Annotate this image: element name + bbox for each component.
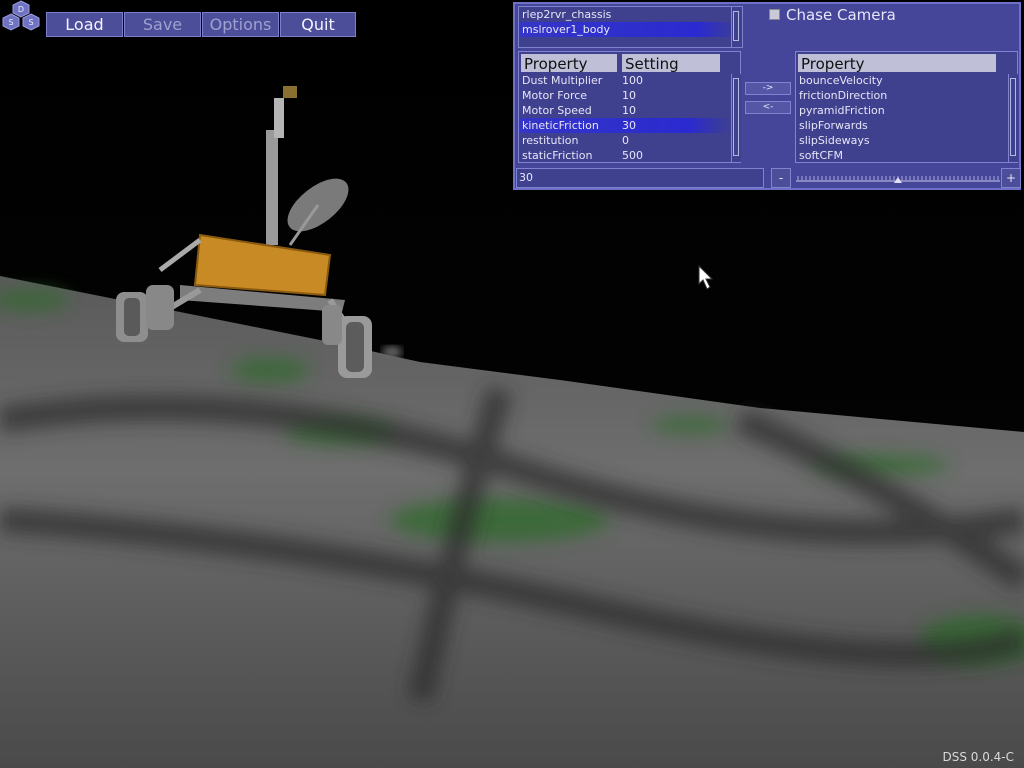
logo-letter-s1: S: [8, 18, 13, 27]
scrollbar-thumb[interactable]: [733, 78, 739, 156]
remove-property-button[interactable]: <-: [745, 101, 791, 114]
column-header-available-property[interactable]: Property: [798, 54, 996, 73]
decrease-button[interactable]: -: [771, 168, 791, 188]
quit-button[interactable]: Quit: [280, 12, 356, 37]
property-row[interactable]: restitution 0: [519, 133, 731, 148]
available-list-scrollbar[interactable]: [1008, 74, 1018, 162]
property-row[interactable]: Motor Speed 10: [519, 103, 731, 118]
options-button[interactable]: Options: [202, 12, 279, 37]
body-list[interactable]: rlep2rvr_chassis mslrover1_body: [518, 6, 743, 48]
main-toolbar: Load Save Options Quit: [46, 12, 356, 37]
property-name: Motor Force: [522, 89, 588, 102]
available-property-list[interactable]: Property bounceVelocity frictionDirection…: [795, 51, 1018, 163]
property-row[interactable]: Motor Force 10: [519, 88, 731, 103]
available-property-item[interactable]: pyramidFriction: [796, 103, 1008, 118]
logo-letter-s2: S: [28, 18, 33, 27]
property-name: Dust Multiplier: [522, 74, 603, 87]
property-row[interactable]: Dust Multiplier 100: [519, 73, 731, 88]
scrollbar-thumb[interactable]: [733, 11, 739, 41]
add-property-button[interactable]: ->: [745, 82, 791, 95]
property-name: restitution: [522, 134, 579, 147]
property-rows: Dust Multiplier 100 Motor Force 10 Motor Spe…: [519, 73, 731, 163]
property-row[interactable]: kineticFriction 30: [519, 118, 731, 133]
property-table-scrollbar[interactable]: [731, 74, 741, 162]
property-value: 500: [622, 149, 643, 162]
increase-button[interactable]: +: [1001, 168, 1021, 188]
available-property-item[interactable]: bounceVelocity: [796, 73, 1008, 88]
body-list-item-selected[interactable]: mslrover1_body: [519, 22, 742, 37]
body-list-item[interactable]: rlep2rvr_chassis: [519, 7, 742, 22]
scrollbar-thumb[interactable]: [1010, 78, 1016, 156]
property-value: 100: [622, 74, 643, 87]
save-button[interactable]: Save: [124, 12, 201, 37]
slider-thumb[interactable]: [894, 177, 902, 183]
available-rows: bounceVelocity frictionDirection pyramidFr…: [796, 73, 1008, 163]
available-property-item[interactable]: slipSideways: [796, 133, 1008, 148]
property-value: 30: [622, 119, 636, 132]
property-name: kineticFriction: [522, 119, 599, 132]
chase-camera-checkbox[interactable]: [769, 9, 780, 20]
logo-letter-d: D: [18, 5, 24, 14]
column-header-setting[interactable]: Setting: [622, 54, 720, 73]
property-row[interactable]: staticFriction 500: [519, 148, 731, 163]
dss-logo: D S S: [2, 0, 40, 31]
property-name: Motor Speed: [522, 104, 592, 117]
load-button[interactable]: Load: [46, 12, 123, 37]
column-header-property[interactable]: Property: [521, 54, 617, 73]
body-list-scrollbar[interactable]: [731, 7, 741, 47]
properties-panel: rlep2rvr_chassis mslrover1_body Chase Ca…: [513, 2, 1021, 190]
property-name: staticFriction: [522, 149, 593, 162]
property-value: 0: [622, 134, 629, 147]
chase-camera-label[interactable]: Chase Camera: [786, 6, 896, 24]
available-property-item[interactable]: softCFM: [796, 148, 1008, 163]
property-value: 10: [622, 89, 636, 102]
available-property-item[interactable]: frictionDirection: [796, 88, 1008, 103]
version-label: DSS 0.0.4-C: [942, 750, 1014, 764]
value-input[interactable]: 30: [516, 168, 764, 188]
available-property-item[interactable]: slipForwards: [796, 118, 1008, 133]
value-slider[interactable]: [796, 171, 1000, 185]
property-value: 10: [622, 104, 636, 117]
property-table[interactable]: Property Setting Dust Multiplier 100 Motor…: [518, 51, 741, 163]
